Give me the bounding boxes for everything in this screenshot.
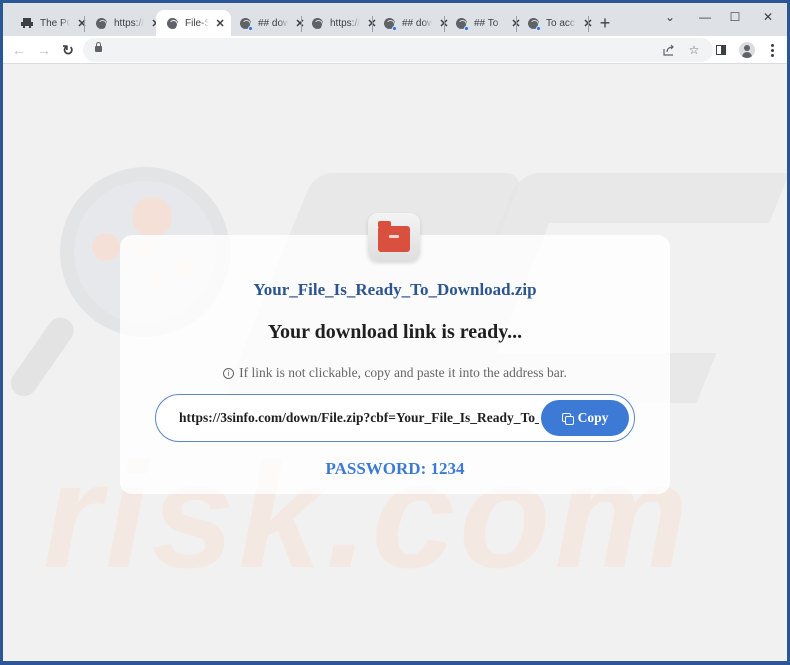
download-link[interactable]: https://3sinfo.com/down/File.zip?cbf=You…: [179, 410, 539, 426]
new-tab-button[interactable]: +: [596, 14, 614, 32]
bookmark-star-icon[interactable]: ☆: [686, 42, 702, 58]
notification-dot: [391, 25, 397, 31]
notification-dot: [535, 25, 541, 31]
close-window-button[interactable]: ✕: [758, 7, 778, 27]
tab[interactable]: ## dow ✕: [229, 10, 312, 36]
copy-label: Copy: [577, 410, 609, 425]
address-bar[interactable]: ☆: [83, 38, 713, 62]
tab-title: ## To: [474, 17, 499, 29]
tab-active[interactable]: File-Sh ✕: [156, 10, 231, 36]
browser-toolbar: ← → ↻ ☆: [3, 36, 787, 64]
globe-icon: [95, 17, 107, 29]
close-tab-icon[interactable]: ✕: [215, 17, 225, 30]
tab[interactable]: The PC ✕: [11, 10, 94, 36]
forward-button[interactable]: →: [34, 40, 54, 60]
tab-title: The PC: [40, 17, 70, 29]
file-icon: [368, 213, 420, 261]
side-panel-button[interactable]: [711, 40, 731, 60]
globe-icon: [311, 17, 323, 29]
profile-button[interactable]: [737, 40, 757, 60]
tab-title: To acc: [546, 17, 575, 29]
notification-dot: [247, 25, 253, 31]
globe-icon: [455, 17, 469, 31]
hint-text: If link is not clickable, copy and paste…: [239, 365, 567, 380]
page-content: risk.com Your_File_Is_Ready_To_Download.…: [3, 65, 787, 661]
browser-window: The PC ✕ https:// ✕ File-Sh ✕ ## dow ✕ h…: [3, 3, 787, 661]
page-heading: Your download link is ready...: [267, 321, 523, 343]
globe-icon: [383, 17, 397, 31]
tab-divider: [588, 16, 589, 32]
notification-dot: [463, 25, 469, 31]
tab-title: File-Sh: [185, 17, 210, 29]
tab-strip: The PC ✕ https:// ✕ File-Sh ✕ ## dow ✕ h…: [3, 3, 787, 36]
lock-icon[interactable]: [95, 42, 102, 52]
folder-icon: [378, 220, 410, 252]
menu-button[interactable]: [762, 40, 782, 60]
copy-button[interactable]: Copy: [541, 400, 629, 436]
globe-icon: [239, 17, 253, 31]
globe-icon: [166, 17, 178, 29]
tab-search-icon[interactable]: ⌄: [660, 7, 680, 27]
hint-text-row: i If link is not clickable, copy and pas…: [120, 365, 670, 381]
watermark-magnifier-handle: [5, 312, 79, 402]
printer-icon: [21, 17, 33, 29]
password-text: PASSWORD: 1234: [325, 459, 465, 478]
kebab-menu-icon: [770, 43, 774, 57]
share-icon[interactable]: [661, 42, 677, 58]
minimize-button[interactable]: —: [695, 7, 715, 27]
reload-button[interactable]: ↻: [58, 40, 78, 60]
tab-title: ## dow: [402, 17, 432, 29]
avatar-icon: [739, 42, 755, 58]
info-icon: i: [223, 367, 235, 379]
tab-title: https://: [330, 17, 360, 29]
download-link-field: https://3sinfo.com/down/File.zip?cbf=You…: [155, 394, 635, 442]
file-name: Your_File_Is_Ready_To_Download.zip: [253, 280, 537, 299]
back-button[interactable]: ←: [9, 40, 29, 60]
maximize-button[interactable]: ☐: [725, 7, 745, 27]
tab-title: https://: [114, 17, 144, 29]
copy-icon: [561, 412, 574, 425]
side-panel-icon: [716, 45, 726, 55]
tab-title: ## dow: [258, 17, 288, 29]
globe-icon: [527, 17, 541, 31]
